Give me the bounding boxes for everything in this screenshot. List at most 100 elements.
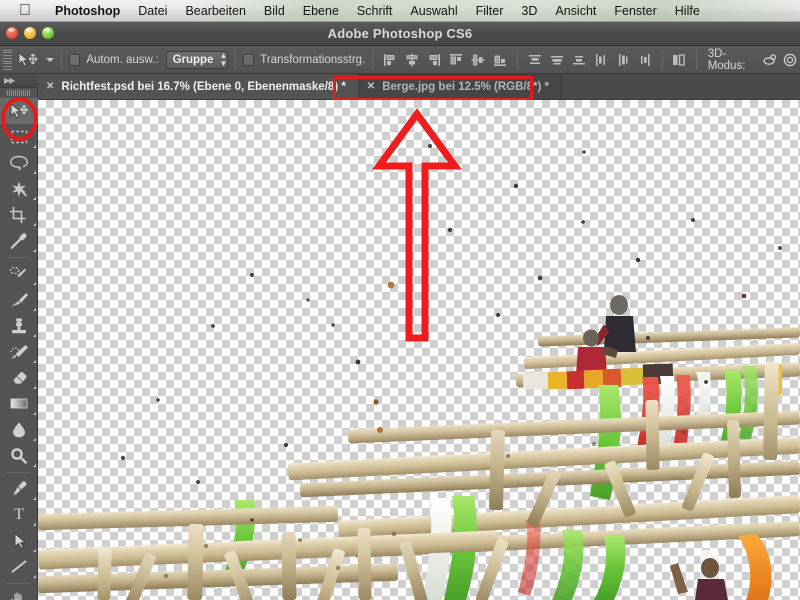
tool-flyout-indicator xyxy=(33,497,36,500)
toolbox-grip[interactable] xyxy=(0,88,37,98)
divider xyxy=(61,49,63,70)
move-tool-icon[interactable] xyxy=(16,50,40,70)
tool-pen[interactable] xyxy=(0,476,38,502)
close-tab-icon[interactable]: ✕ xyxy=(367,81,375,92)
auto-align-layers-icon[interactable] xyxy=(670,50,688,70)
align-buttons-group xyxy=(380,50,510,70)
auto-select-dropdown[interactable]: Gruppe ▲ ▼ xyxy=(165,50,229,69)
tool-flyout-indicator xyxy=(33,249,36,252)
divider xyxy=(517,49,519,70)
toolbox-divider xyxy=(7,583,30,584)
align-horizontal-centers-icon[interactable] xyxy=(402,50,422,70)
roll-3d-object-icon[interactable] xyxy=(780,50,800,70)
distribute-bottom-edges-icon[interactable] xyxy=(569,50,589,70)
distribute-left-edges-icon[interactable] xyxy=(591,50,611,70)
tab-label: Berge.jpg bei 12.5% (RGB/8*) * xyxy=(382,80,549,93)
toolbox-divider xyxy=(7,257,30,258)
tool-flyout-indicator xyxy=(33,386,36,389)
tool-flyout-indicator xyxy=(33,197,36,200)
tab-berge-jpg[interactable]: ✕ Berge.jpg bei 12.5% (RGB/8*) * xyxy=(358,74,562,99)
distribute-buttons-group xyxy=(525,50,655,70)
menu-filter[interactable]: Filter xyxy=(467,0,513,21)
rotate-3d-object-icon[interactable] xyxy=(759,50,779,70)
tool-type[interactable]: T xyxy=(0,502,38,528)
auto-select-label: Autom. ausw.: xyxy=(86,53,159,66)
align-vertical-centers-icon[interactable] xyxy=(468,50,488,70)
menu-ansicht[interactable]: Ansicht xyxy=(546,0,605,21)
toolbox-collapse-button[interactable]: ▶▶ xyxy=(0,74,38,88)
auto-select-value: Gruppe xyxy=(172,53,214,66)
tool-flyout-indicator xyxy=(33,464,36,467)
tool-flyout-indicator xyxy=(33,412,36,415)
application-title-bar: Adobe Photoshop CS6 xyxy=(0,22,800,46)
align-top-edges-icon[interactable] xyxy=(446,50,466,70)
tool-path-selection[interactable] xyxy=(0,528,38,554)
tool-flyout-indicator xyxy=(33,549,36,552)
tool-flyout-indicator xyxy=(33,119,36,122)
tool-eraser[interactable] xyxy=(0,365,38,391)
tool-flyout-indicator xyxy=(33,171,36,174)
distribute-right-edges-icon[interactable] xyxy=(635,50,655,70)
align-left-edges-icon[interactable] xyxy=(380,50,400,70)
tool-hand[interactable] xyxy=(0,587,38,600)
menu-photoshop[interactable]: Photoshop xyxy=(46,0,129,21)
menu-hilfe[interactable]: Hilfe xyxy=(666,0,709,21)
tool-brush[interactable] xyxy=(0,287,38,313)
options-bar-grip[interactable] xyxy=(3,49,12,70)
toolbox-panel: ▶▶ T xyxy=(0,74,38,600)
tool-dodge[interactable] xyxy=(0,443,38,469)
tool-move[interactable] xyxy=(0,98,38,124)
menu-ebene[interactable]: Ebene xyxy=(294,0,348,21)
tab-richtfest-psd[interactable]: ✕ Richtfest.psd bei 16.7% (Ebene 0, Eben… xyxy=(38,74,359,99)
tool-quick-selection[interactable] xyxy=(0,176,38,202)
distribute-vertical-centers-icon[interactable] xyxy=(547,50,567,70)
tab-label: Richtfest.psd bei 16.7% (Ebene 0, Ebenen… xyxy=(61,80,346,93)
transform-controls-checkbox[interactable] xyxy=(243,53,255,66)
menu-bearbeiten[interactable]: Bearbeiten xyxy=(176,0,254,21)
tool-blur[interactable] xyxy=(0,417,38,443)
tool-flyout-indicator xyxy=(33,308,36,311)
document-canvas[interactable] xyxy=(38,100,800,600)
tool-flyout-indicator xyxy=(33,575,36,578)
tool-flyout-indicator xyxy=(33,523,36,526)
menu-schrift[interactable]: Schrift xyxy=(348,0,401,21)
os-menu-bar:  Photoshop Datei Bearbeiten Bild Ebene … xyxy=(0,0,800,22)
tool-flyout-indicator xyxy=(33,282,36,285)
divider xyxy=(662,49,664,70)
tool-eyedropper[interactable] xyxy=(0,228,38,254)
type-T-icon: T xyxy=(14,506,24,523)
tool-lasso[interactable] xyxy=(0,150,38,176)
options-bar: Autom. ausw.: Gruppe ▲ ▼ Transformationss… xyxy=(0,46,800,74)
align-right-edges-icon[interactable] xyxy=(424,50,444,70)
tool-spot-healing-brush[interactable] xyxy=(0,261,38,287)
updown-chevron-icon: ▲ ▼ xyxy=(219,50,228,68)
close-tab-icon[interactable]: ✕ xyxy=(46,81,54,92)
page-title: Adobe Photoshop CS6 xyxy=(327,26,473,41)
tool-crop[interactable] xyxy=(0,202,38,228)
align-bottom-edges-icon[interactable] xyxy=(490,50,510,70)
menu-bild[interactable]: Bild xyxy=(255,0,294,21)
tool-rectangular-marquee[interactable] xyxy=(0,124,38,150)
tool-gradient[interactable] xyxy=(0,391,38,417)
apple-logo-icon[interactable]:  xyxy=(18,2,32,19)
double-chevron-right-icon: ▶▶ xyxy=(4,76,15,85)
tool-flyout-indicator xyxy=(33,145,36,148)
tool-line[interactable] xyxy=(0,554,38,580)
divider xyxy=(235,49,237,70)
menu-datei[interactable]: Datei xyxy=(129,0,176,21)
tool-flyout-indicator xyxy=(33,360,36,363)
tool-flyout-indicator xyxy=(33,223,36,226)
distribute-top-edges-icon[interactable] xyxy=(525,50,545,70)
distribute-horizontal-centers-icon[interactable] xyxy=(613,50,633,70)
tool-preset-chevron-down-icon[interactable] xyxy=(46,57,55,62)
menu-auswahl[interactable]: Auswahl xyxy=(401,0,466,21)
document-tab-bar: ✕ Richtfest.psd bei 16.7% (Ebene 0, Eben… xyxy=(38,74,800,100)
menu-3d[interactable]: 3D xyxy=(512,0,546,21)
auto-select-checkbox[interactable] xyxy=(69,53,81,66)
tool-history-brush[interactable] xyxy=(0,339,38,365)
photoshop-window:  Photoshop Datei Bearbeiten Bild Ebene … xyxy=(0,0,800,600)
tool-clone-stamp[interactable] xyxy=(0,313,38,339)
mode-3d-label: 3D-Modus: xyxy=(707,47,746,72)
transform-controls-label: Transformationsstrg. xyxy=(260,53,366,66)
menu-fenster[interactable]: Fenster xyxy=(605,0,665,21)
